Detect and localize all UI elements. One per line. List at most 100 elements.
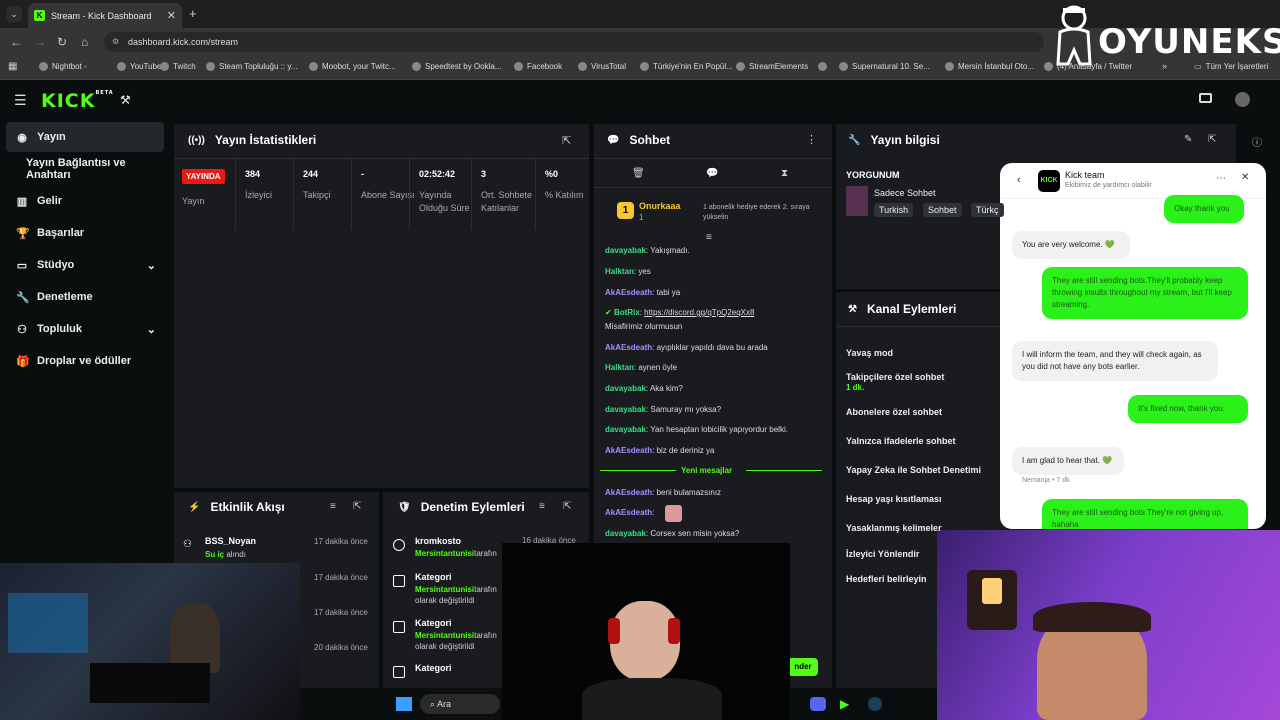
channel-action-item[interactable]: İzleyici Yönlendir (846, 549, 919, 559)
back-icon[interactable]: ‹ (1017, 174, 1021, 186)
stream-tag[interactable]: Sohbet (923, 203, 962, 217)
more-icon[interactable]: ⋮ (806, 133, 817, 146)
hourglass-icon[interactable]: ⧗ (781, 168, 788, 179)
stream-info-title: Yayın bilgisi (870, 133, 940, 147)
bookmark-item[interactable]: Facebook (514, 62, 562, 71)
new-messages-divider: Yeni mesajlar (681, 466, 733, 475)
chat-settings-icon[interactable]: 💬 (706, 168, 718, 179)
chat-username[interactable]: AkAEsdeath (605, 446, 652, 455)
hammer-icon[interactable]: ⚒ (120, 93, 131, 107)
popout-icon[interactable]: ⇱ (1208, 134, 1216, 145)
reload-icon[interactable]: ↻ (57, 35, 67, 49)
chat-username[interactable]: davayabak (605, 529, 646, 538)
new-tab-icon[interactable]: + (189, 6, 197, 21)
avatar[interactable] (1235, 92, 1250, 107)
chat-username[interactable]: davayabak (605, 425, 646, 434)
sidebar-label: Başarılar (37, 227, 85, 239)
channel-action-item[interactable]: Yavaş mod (846, 348, 893, 358)
more-icon[interactable]: ⋯ (1216, 173, 1226, 184)
chat-username[interactable]: AkAEsdeath (605, 508, 652, 517)
channel-action-item[interactable]: Yasaklanmış kelimeler (846, 523, 942, 533)
trash-icon[interactable]: 🗑 (632, 168, 645, 179)
chat-username[interactable]: AkAEsdeath (605, 343, 652, 352)
stream-tag[interactable]: Turkish (874, 203, 914, 217)
all-bookmarks[interactable]: ▭ Tüm Yer İşaretleri (1194, 62, 1268, 71)
steam-icon[interactable] (868, 697, 882, 711)
bookmark-item[interactable] (818, 62, 831, 71)
sidebar-item[interactable]: 🔧 Denetleme (6, 282, 164, 312)
chat-username[interactable]: BotRix (614, 308, 640, 317)
popout-icon[interactable]: ⇱ (563, 501, 571, 512)
filter-icon[interactable]: ≡ (539, 501, 545, 512)
chat-username[interactable]: davayabak (605, 405, 646, 414)
edit-icon[interactable]: ✎ (1184, 134, 1192, 145)
bookmark-item[interactable]: Moobot, your Twitc... (309, 62, 396, 71)
sidebar-item[interactable]: ◉ Yayın (6, 122, 164, 152)
send-button[interactable]: nder (788, 658, 818, 676)
sidebar-label: Yayın (37, 131, 66, 143)
chat-username[interactable]: AkAEsdeath (605, 488, 652, 497)
monitor-icon: ▭ (16, 259, 28, 272)
windows-start-icon[interactable] (396, 697, 412, 711)
bookmark-item[interactable]: StreamElements (736, 62, 808, 71)
bookmarks-overflow-icon[interactable]: » (1162, 61, 1167, 71)
moderator-name[interactable]: Mersintantunisi (415, 585, 474, 594)
back-icon[interactable]: ← (10, 35, 22, 49)
tab-close-icon[interactable]: ✕ (167, 9, 176, 22)
bookmark-item[interactable]: Twitch (160, 62, 196, 71)
moderator-name[interactable]: Mersintantunisi (415, 631, 474, 640)
info-icon[interactable]: ⓘ (1252, 134, 1262, 149)
discord-icon[interactable] (810, 697, 826, 711)
bookmark-item[interactable]: (4) Anasayfa / Twitter (1044, 62, 1132, 71)
url-input[interactable]: dashboard.kick.com/stream (104, 32, 1044, 52)
taskbar-search[interactable]: ⌕ Ara (420, 694, 500, 714)
sidebar-item[interactable]: ⚇ Topluluk ⌄ (6, 314, 164, 344)
popout-icon[interactable]: ⇱ (353, 501, 361, 512)
browser-tab[interactable]: K Stream - Kick Dashboard ✕ (28, 3, 182, 28)
chat-link[interactable]: https://discord.gg/qTpQ2eqXx8 (644, 308, 754, 317)
bookmark-item[interactable]: Mersin İstanbul Oto... (945, 62, 1034, 71)
bookmark-item[interactable]: VirusTotal (578, 62, 626, 71)
home-icon[interactable]: ⌂ (81, 35, 88, 49)
chat-username[interactable]: davayabak (605, 384, 646, 393)
sidebar-item[interactable]: ▥ Gelir (6, 186, 164, 216)
sidebar-item[interactable]: 🎁 Droplar ve ödüller (6, 346, 164, 376)
filter-icon[interactable]: ≡ (330, 501, 336, 512)
chevron-down-icon[interactable]: ⌄ (147, 259, 156, 272)
menu-icon[interactable]: ☰ (14, 92, 27, 109)
channel-action-item[interactable]: Abonelere özel sohbet (846, 407, 942, 417)
channel-action-item[interactable]: Yalnızca ifadelerle sohbet (846, 436, 956, 446)
sidebar-item[interactable]: ▭ Stüdyo ⌄ (6, 250, 164, 280)
apps-icon[interactable]: ▦ (8, 61, 17, 72)
sidebar-item[interactable]: 🏆 Başarılar (6, 218, 164, 248)
bookmark-item[interactable]: Speedtest by Ookla... (412, 62, 502, 71)
collapse-icon[interactable]: ≡ (706, 232, 712, 243)
stat-label: İzleyici (245, 190, 273, 200)
chevron-down-icon[interactable]: ⌄ (147, 323, 156, 336)
channel-action-item[interactable]: Yapay Zeka ile Sohbet Denetimi (846, 465, 981, 475)
kick-app-icon[interactable]: ▶ (840, 697, 854, 711)
channel-action-item[interactable]: Hesap yaşı kısıtlaması (846, 494, 942, 504)
bookmark-favicon-icon (514, 62, 523, 71)
bookmark-item[interactable]: Steam Topluluğu :: y... (206, 62, 297, 71)
chat-username[interactable]: Halktan (605, 267, 634, 276)
close-icon[interactable]: ✕ (1241, 172, 1249, 183)
bookmark-item[interactable]: Nightbot - (39, 62, 87, 71)
popout-icon[interactable]: ⇱ (562, 134, 571, 147)
site-info-icon[interactable]: ⚙ (112, 37, 119, 46)
bookmark-item[interactable]: Supernatural 10. Se... (839, 62, 930, 71)
channel-action-item[interactable]: Hedefleri belirleyin (846, 574, 927, 584)
chat-username[interactable]: AkAEsdeath (605, 288, 652, 297)
tab-search-icon[interactable]: ⌄ (6, 6, 22, 22)
stream-tag[interactable]: Türkç (971, 203, 1004, 217)
chat-username[interactable]: davayabak (605, 246, 646, 255)
chat-username[interactable]: Halktan (605, 363, 634, 372)
moderator-name[interactable]: Mersintantunisi (415, 549, 474, 558)
bookmark-item[interactable]: YouTube (117, 62, 161, 71)
theater-icon[interactable] (1199, 93, 1212, 103)
forward-icon[interactable]: → (34, 35, 46, 49)
kick-logo[interactable]: KICKBETA (41, 90, 114, 112)
sidebar-item[interactable]: Yayın Bağlantısı ve Anahtarı (6, 154, 164, 184)
channel-action-item[interactable]: Takipçilere özel sohbet (846, 372, 944, 382)
bookmark-item[interactable]: Türkiye'nin En Popül... (640, 62, 733, 71)
